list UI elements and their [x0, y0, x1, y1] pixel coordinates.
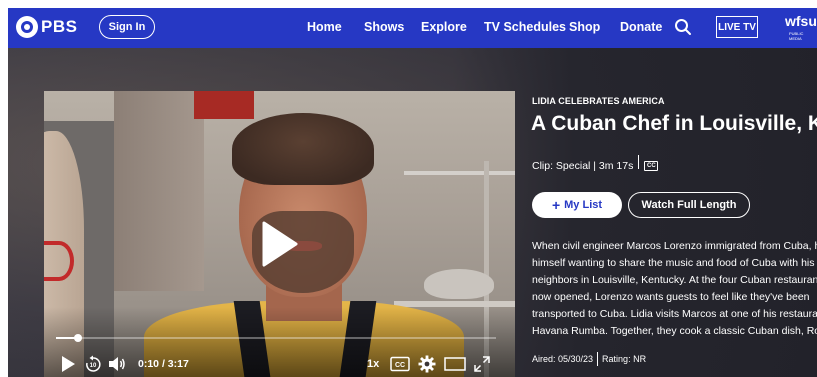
station-logo-subtitle: PUBLIC MEDIA — [789, 31, 804, 41]
top-navigation-bar: PBS Sign In Home Shows Explore TV Schedu… — [8, 8, 817, 48]
watch-full-length-button[interactable]: Watch Full Length — [628, 192, 750, 218]
progress-bar[interactable] — [56, 334, 496, 342]
description-line: now opened, Lorenzo wants guests to feel… — [532, 291, 810, 303]
nav-item-shows[interactable]: Shows — [364, 20, 404, 34]
nav-item-home[interactable]: Home — [307, 20, 342, 34]
skip-back-10-icon[interactable]: 10 — [84, 355, 102, 373]
aired-divider — [597, 352, 599, 366]
skip-back-label: 10 — [90, 363, 97, 369]
nav-item-shop[interactable]: Shop — [569, 20, 600, 34]
pbs-logo-text: PBS — [41, 17, 78, 36]
sign-in-button[interactable]: Sign In — [99, 15, 155, 39]
description-line: neighbors in Louisville, Kentucky. At th… — [532, 274, 817, 286]
rating: Rating: NR — [602, 354, 647, 364]
duration: 3:17 — [167, 358, 189, 370]
theater-mode-icon[interactable] — [444, 355, 466, 373]
playback-time: 0:10 / 3:17 — [138, 358, 189, 370]
big-play-icon[interactable] — [260, 219, 300, 269]
live-tv-button[interactable]: LIVE TV — [716, 16, 758, 38]
playback-speed-button[interactable]: 1x — [367, 358, 379, 370]
plus-icon: + — [551, 197, 561, 213]
episode-meta: Clip: Special | 3m 17s CC — [532, 155, 659, 172]
aired-date: Aired: 05/30/23 — [532, 354, 594, 364]
closed-captions-badge: CC — [644, 161, 659, 171]
video-frame-shelf — [404, 171, 515, 175]
show-name-link[interactable]: LIDIA CELEBRATES AMERICA — [532, 96, 665, 106]
current-time: 0:10 — [138, 358, 160, 370]
nav-item-donate[interactable]: Donate — [620, 20, 662, 34]
episode-title: A Cuban Chef in Louisville, KY — [531, 112, 817, 135]
station-logo-wfsu[interactable]: wfsu — [785, 14, 817, 28]
description-line: transported to Cuba. Lidia visits Marcos… — [532, 308, 817, 320]
my-list-label: My List — [564, 199, 603, 211]
cc-icon-label: CC — [395, 362, 405, 369]
time-separator: / — [161, 358, 165, 370]
episode-description: When civil engineer Marcos Lorenzo immig… — [532, 238, 817, 340]
pbs-page: PBS Sign In Home Shows Explore TV Schedu… — [8, 8, 817, 377]
episode-air-info: Aired: 05/30/23 Rating: NR — [532, 352, 646, 366]
my-list-button[interactable]: + My List — [532, 192, 622, 218]
pbs-logo[interactable]: PBS — [16, 16, 77, 38]
nav-item-tv-schedules[interactable]: TV Schedules — [484, 20, 566, 34]
volume-icon[interactable] — [108, 355, 126, 373]
nav-item-explore[interactable]: Explore — [421, 20, 467, 34]
video-frame-red-hood — [194, 91, 254, 119]
video-frame-chef-hair — [232, 113, 374, 185]
description-line: Havana Rumba. Together, they cook a clas… — [532, 325, 817, 337]
description-line: himself wanting to share the music and f… — [532, 257, 815, 269]
video-frame-red-glasses — [44, 241, 74, 281]
video-frame-panel — [114, 91, 204, 291]
description-line: When civil engineer Marcos Lorenzo immig… — [532, 240, 817, 252]
fullscreen-icon[interactable] — [474, 355, 490, 373]
search-icon[interactable] — [674, 18, 692, 36]
settings-gear-icon[interactable] — [418, 355, 436, 373]
play-icon[interactable] — [60, 355, 76, 373]
cc-icon[interactable]: CC — [390, 355, 410, 373]
video-player[interactable]: 10 0:10 / 3:17 1x CC — [44, 91, 515, 377]
pbs-logo-icon — [16, 16, 38, 38]
meta-divider — [638, 155, 640, 169]
episode-meta-text: Clip: Special | 3m 17s — [532, 160, 634, 172]
video-frame-bowl — [424, 269, 494, 299]
